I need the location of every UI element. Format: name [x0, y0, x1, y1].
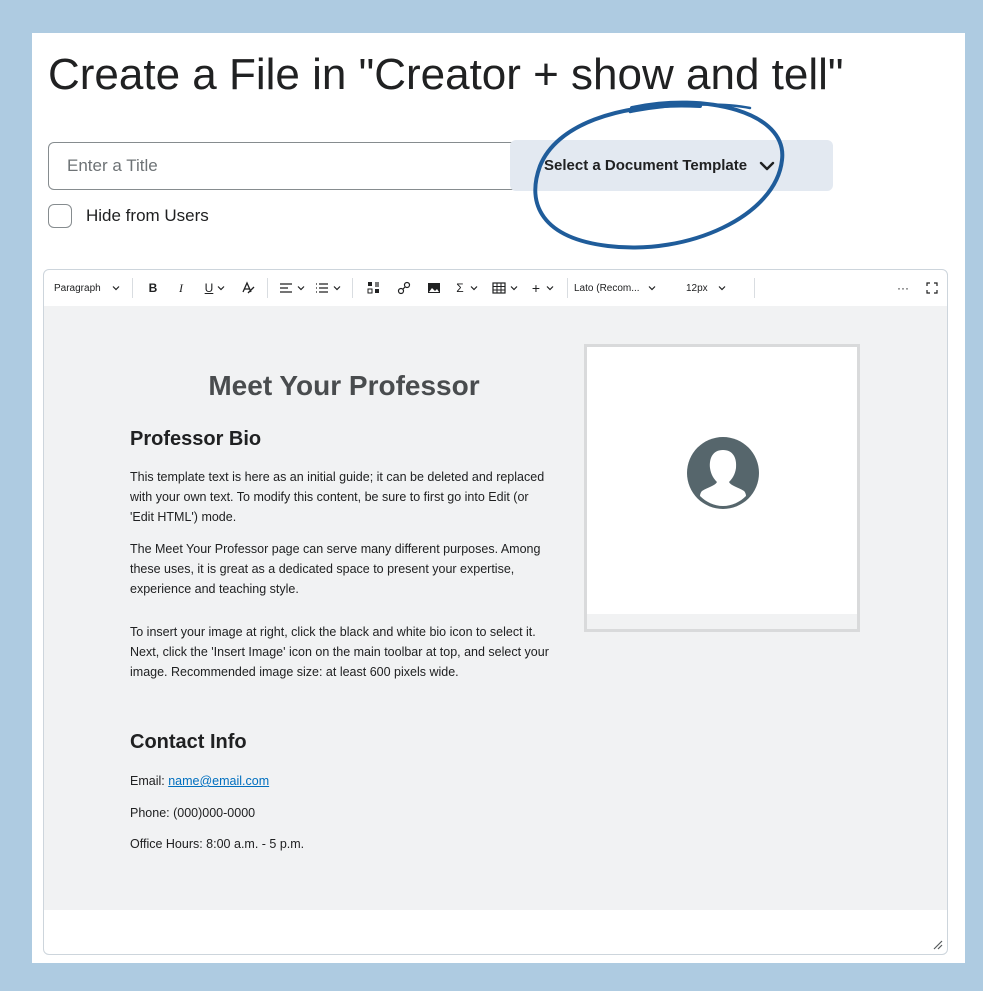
chevron-down-icon [718, 286, 726, 291]
insert-more-dropdown[interactable]: + [525, 270, 561, 306]
more-options-button[interactable]: ··· [889, 270, 917, 306]
editor-content[interactable]: Meet Your Professor Professor Bio This t… [44, 306, 947, 910]
align-dropdown[interactable] [274, 270, 310, 306]
table-dropdown[interactable] [485, 270, 525, 306]
text-color-button[interactable] [235, 270, 261, 306]
insert-stuff-button[interactable] [359, 270, 389, 306]
plus-label: + [531, 280, 541, 296]
hide-from-users-label: Hide from Users [86, 206, 209, 225]
meet-professor-heading: Meet Your Professor [208, 370, 480, 401]
email-label: Email: [130, 774, 169, 788]
email-link[interactable]: name@email.com [168, 774, 269, 788]
block-format-label: Paragraph [54, 282, 101, 294]
select-template-label: Select a Document Template [544, 157, 748, 174]
hide-from-users-row[interactable]: Hide from Users [48, 204, 209, 228]
toolbar-separator [567, 278, 568, 298]
bio-image-placeholder[interactable] [584, 344, 860, 632]
bio-paragraph-1: This template text is here as an initial… [130, 470, 545, 524]
table-icon [492, 281, 506, 294]
page-title: Create a File in "Creator + show and tel… [48, 50, 844, 99]
toolbar-separator [267, 278, 268, 298]
image-caption-strip [587, 614, 857, 629]
bio-paragraph-2: The Meet Your Professor page can serve m… [130, 542, 541, 596]
email-line: Email: name@email.com [130, 771, 555, 791]
font-family-dropdown[interactable]: Lato (Recom... [574, 270, 678, 306]
chevron-down-icon [648, 286, 656, 291]
toolbar-separator [132, 278, 133, 298]
editor-toolbar: Paragraph B I U Σ + Lato (Recom... 12px … [44, 270, 947, 306]
toolbar-separator [352, 278, 353, 298]
block-format-dropdown[interactable]: Paragraph [54, 270, 126, 306]
sum-label: Σ [456, 281, 464, 295]
image-icon [428, 283, 440, 293]
fullscreen-button[interactable] [917, 270, 947, 306]
link-icon [397, 281, 411, 295]
chevron-down-icon [112, 286, 120, 291]
insert-image-button[interactable] [419, 270, 449, 306]
insert-link-button[interactable] [389, 270, 419, 306]
underline-dropdown[interactable]: U [195, 270, 235, 306]
chevron-down-icon [759, 158, 775, 174]
toolbar-separator [754, 278, 755, 298]
bio-paragraph-3: To insert your image at right, click the… [130, 625, 549, 679]
professor-bio-heading: Professor Bio [130, 428, 262, 450]
html-editor[interactable]: Paragraph B I U Σ + Lato (Recom... 12px … [43, 269, 948, 955]
hide-from-users-checkbox[interactable] [48, 204, 72, 228]
contact-info-heading: Contact Info [130, 731, 247, 753]
underline-label: U [204, 281, 214, 295]
title-input[interactable] [48, 142, 520, 190]
list-dropdown[interactable] [310, 270, 346, 306]
resize-handle-icon[interactable] [931, 938, 943, 950]
chevron-down-icon [470, 286, 478, 291]
chevron-down-icon [510, 286, 518, 291]
font-size-label: 12px [686, 282, 708, 294]
insert-stuff-icon [367, 282, 379, 294]
select-template-button[interactable]: Select a Document Template [510, 140, 833, 191]
font-color-icon [242, 281, 255, 294]
equation-dropdown[interactable]: Σ [449, 270, 485, 306]
fullscreen-icon [926, 282, 938, 294]
bold-button[interactable]: B [139, 270, 167, 306]
chevron-down-icon [297, 286, 305, 291]
phone-line: Phone: (000)000-0000 [130, 806, 256, 820]
font-family-label: Lato (Recom... [574, 282, 640, 294]
font-size-dropdown[interactable]: 12px [678, 270, 748, 306]
chevron-down-icon [333, 286, 341, 291]
chevron-down-icon [546, 286, 554, 291]
chevron-down-icon [217, 286, 225, 291]
list-icon [316, 283, 328, 293]
bio-avatar-icon [687, 437, 759, 509]
office-hours-line: Office Hours: 8:00 a.m. - 5 p.m. [130, 837, 305, 851]
align-left-icon [280, 283, 292, 293]
italic-button[interactable]: I [167, 270, 195, 306]
